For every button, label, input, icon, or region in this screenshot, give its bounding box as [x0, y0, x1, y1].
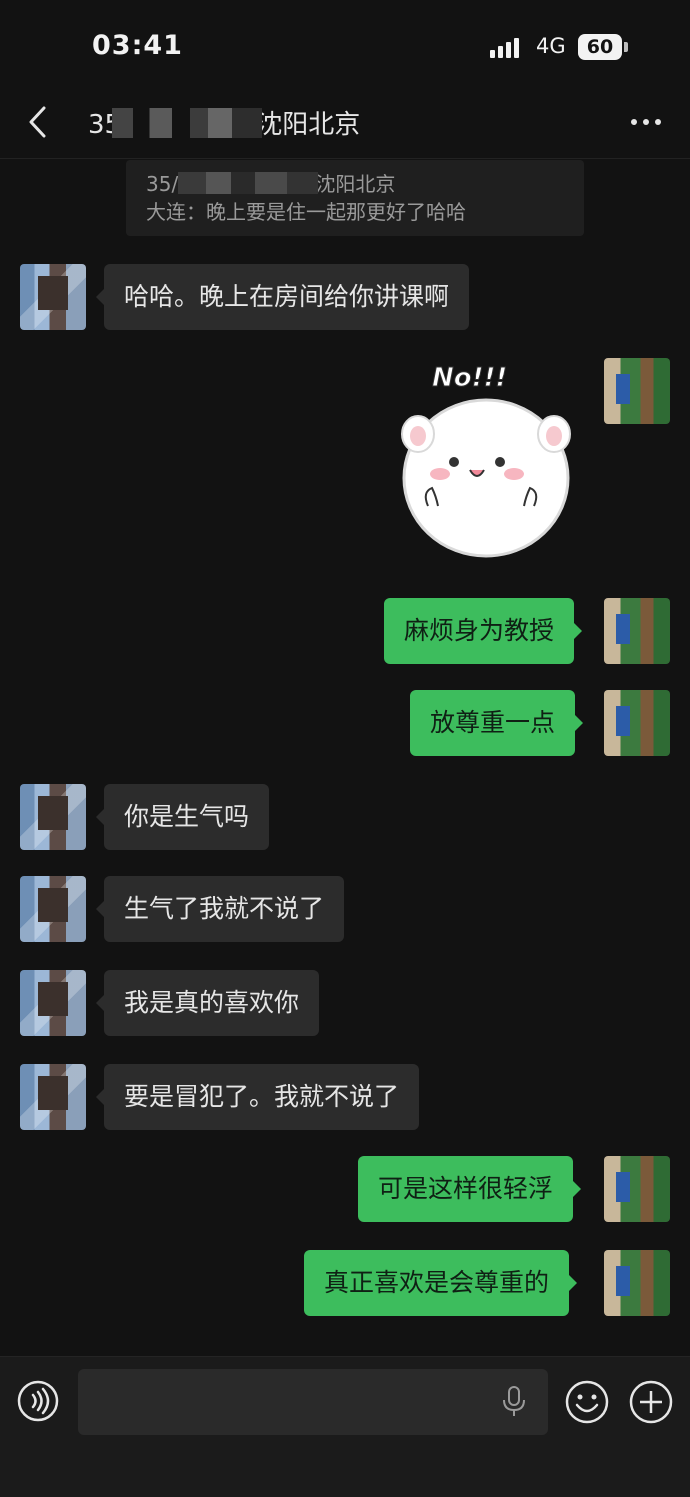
chat-header: 35/150北京...沈阳北京	[0, 90, 690, 159]
sticker-message[interactable]: No!!!	[388, 358, 584, 566]
quoted-message[interactable]: 35/150北京...教授沈阳北京 大连：晚上要是住一起那更好了哈哈	[126, 160, 584, 236]
avatar[interactable]	[20, 1064, 86, 1130]
status-bar: 03:41 4G 60	[0, 0, 690, 90]
avatar[interactable]	[604, 358, 670, 424]
pixelated-redaction	[178, 172, 318, 194]
signal-icon	[490, 36, 524, 58]
avatar[interactable]	[20, 784, 86, 850]
avatar[interactable]	[604, 598, 670, 664]
input-bar	[0, 1356, 690, 1497]
network-type: 4G	[536, 34, 566, 58]
more-dots-icon[interactable]	[628, 104, 664, 140]
message-bubble-incoming[interactable]: 哈哈。晚上在房间给你讲课啊	[95, 264, 470, 330]
pixelated-redaction	[112, 108, 262, 138]
message-bubble-outgoing[interactable]: 可是这样很轻浮	[358, 1156, 582, 1222]
message-input[interactable]	[78, 1369, 548, 1435]
message-bubble-outgoing[interactable]: 真正喜欢是会尊重的	[304, 1250, 578, 1316]
message-bubble-incoming[interactable]: 要是冒犯了。我就不说了	[95, 1064, 420, 1130]
status-time: 03:41	[92, 30, 183, 61]
avatar[interactable]	[604, 1156, 670, 1222]
battery-tip	[624, 42, 628, 52]
quote-line: 大连：晚上要是住一起那更好了哈哈	[146, 200, 466, 224]
message-bubble-outgoing[interactable]: 放尊重一点	[410, 690, 584, 756]
plus-circle-icon[interactable]	[628, 1379, 674, 1425]
avatar[interactable]	[20, 970, 86, 1036]
sticker-text: No!!!	[432, 363, 507, 393]
message-bubble-incoming[interactable]: 我是真的喜欢你	[95, 970, 320, 1036]
avatar[interactable]	[604, 1250, 670, 1316]
battery-icon: 60	[578, 34, 622, 60]
chevron-left-icon[interactable]	[22, 100, 62, 144]
smiley-icon[interactable]	[564, 1379, 610, 1425]
message-bubble-incoming[interactable]: 生气了我就不说了	[95, 876, 345, 942]
avatar[interactable]	[20, 876, 86, 942]
avatar[interactable]	[604, 690, 670, 756]
message-bubble-outgoing[interactable]: 麻烦身为教授	[384, 598, 583, 664]
message-bubble-incoming[interactable]: 你是生气吗	[95, 784, 270, 850]
voice-wave-icon[interactable]	[16, 1379, 60, 1423]
microphone-icon[interactable]	[500, 1385, 528, 1419]
avatar[interactable]	[20, 264, 86, 330]
